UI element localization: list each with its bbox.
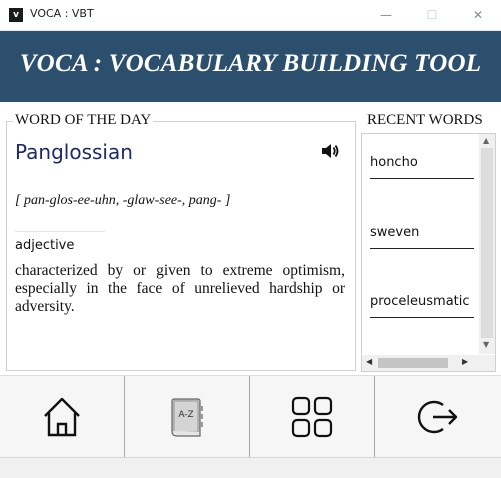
app-title: VOCA : VOCABULARY BUILDING TOOL [19,50,482,77]
recent-words-list: honcho sweven proceleusmatic ▲ ▼ ◀ ▶ [361,133,496,372]
header-banner: VOCA : VOCABULARY BUILDING TOOL [0,31,501,102]
grid-icon [291,396,333,438]
dictionary-button[interactable]: A-Z [125,376,249,458]
exit-icon [417,400,458,434]
scroll-left-icon[interactable]: ◀ [366,357,372,366]
scroll-thumb[interactable] [378,358,448,368]
word-of-the-day-heading: WORD OF THE DAY [13,112,154,129]
recent-word-item[interactable]: sweven [370,225,474,249]
recent-words-heading: RECENT WORDS [367,112,483,128]
scroll-right-icon[interactable]: ▶ [462,357,468,366]
maximize-button[interactable]: ☐ [409,0,455,30]
part-of-speech: adjective [15,238,75,253]
categories-button[interactable] [250,376,374,458]
exit-button[interactable] [375,376,501,458]
scroll-down-icon[interactable]: ▼ [483,340,489,349]
pronunciation: [ pan-glos-ee-uhn, -glaw-see-, pang- ] [15,193,231,208]
close-button[interactable]: ✕ [455,0,501,30]
home-icon [44,397,80,437]
status-bar [0,457,501,478]
scroll-up-icon[interactable]: ▲ [483,136,489,145]
speaker-icon[interactable] [320,142,340,160]
home-button[interactable] [0,376,124,458]
horizontal-scrollbar[interactable]: ◀ ▶ [362,355,495,371]
bottom-nav: A-Z [0,375,501,458]
window-title: VOCA : VBT [30,7,94,20]
app-icon: v [9,8,23,22]
vertical-scrollbar[interactable]: ▲ ▼ [479,134,495,354]
a-z-book-icon: A-Z [171,398,203,437]
svg-text:A-Z: A-Z [178,410,193,420]
divider [15,231,105,232]
word-title: Panglossian [15,140,133,164]
minimize-button[interactable]: — [363,0,409,30]
definition: characterized by or given to extreme opt… [15,262,345,315]
title-bar: v VOCA : VBT — ☐ ✕ [0,0,501,31]
scroll-thumb[interactable] [481,148,493,338]
recent-word-item[interactable]: honcho [370,155,474,179]
recent-word-item[interactable]: proceleusmatic [370,294,474,318]
